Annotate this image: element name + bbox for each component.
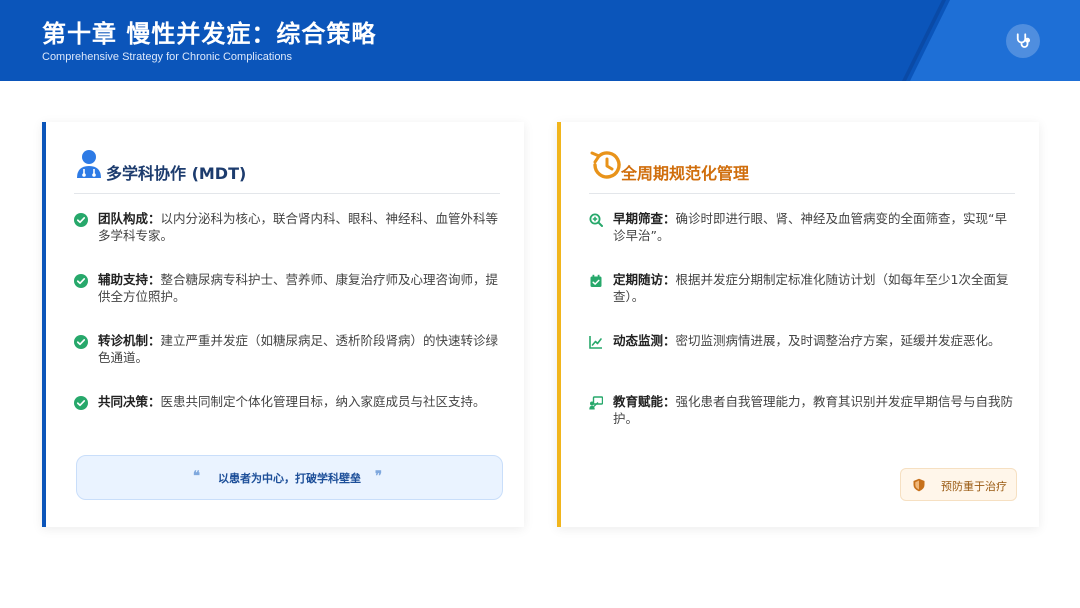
quote-text: 以患者为中心，打破学科壁垒: [218, 472, 361, 485]
list-item-text: 辅助支持：整合糖尿病专科护士、营养师、康复治疗师及心理咨询师，提供全方位照护。: [98, 271, 502, 305]
list-item: 动态监测：密切监测病情进展，及时调整治疗方案，延缓并发症恶化。: [589, 332, 1017, 393]
check-circle-icon: [74, 213, 88, 227]
list-item: 定期随访：根据并发症分期制定标准化随访计划（如每年至少1次全面复查）。: [589, 271, 1017, 332]
list-item-label: 团队构成：: [98, 211, 161, 226]
list-item-label: 早期筛查：: [613, 211, 676, 226]
quote-close-mark: ❞: [375, 469, 382, 484]
badge-text: 预防重于治疗: [941, 480, 1007, 493]
list-item-text: 团队构成：以内分泌科为核心，联合肾内科、眼科、神经科、血管外科等多学科专家。: [98, 210, 502, 244]
prevention-badge: 预防重于治疗: [900, 468, 1017, 501]
line-chart-icon: [589, 336, 602, 349]
list-item-label: 转诊机制：: [98, 333, 161, 348]
page-subtitle: Comprehensive Strategy for Chronic Compl…: [42, 51, 293, 63]
check-circle-icon: [74, 335, 88, 349]
list-item-text: 共同决策：医患共同制定个体化管理目标，纳入家庭成员与社区支持。: [98, 393, 502, 410]
stethoscope-icon: [1006, 24, 1040, 58]
list-item-body: 医患共同制定个体化管理目标，纳入家庭成员与社区支持。: [160, 394, 486, 409]
list-item-text: 教育赋能：强化患者自我管理能力，教育其识别并发症早期信号与自我防护。: [613, 393, 1017, 427]
calendar-check-icon: [590, 274, 602, 287]
doctor-team-icon: [77, 150, 101, 178]
list-item-text: 动态监测：密切监测病情进展，及时调整治疗方案，延缓并发症恶化。: [613, 332, 1017, 349]
check-circle-icon: [74, 274, 88, 288]
header-corner-panel: [910, 0, 1080, 81]
list-item: 转诊机制：建立严重并发症（如糖尿病足、透析阶段肾病）的快速转诊绿色通道。: [74, 332, 502, 393]
mdt-card-title: 多学科协作 (MDT): [106, 164, 247, 183]
list-item-text: 早期筛查：确诊时即进行眼、肾、神经及血管病变的全面筛查，实现“早诊早治”。: [613, 210, 1017, 244]
mdt-card: 多学科协作 (MDT) 团队构成：以内分泌科为核心，联合肾内科、眼科、神经科、血…: [42, 122, 524, 527]
list-item-label: 动态监测：: [613, 333, 676, 348]
patient-centered-quote: ❝ 以患者为中心，打破学科壁垒 ❞: [76, 455, 503, 500]
list-item-text: 定期随访：根据并发症分期制定标准化随访计划（如每年至少1次全面复查）。: [613, 271, 1017, 305]
list-item: 教育赋能：强化患者自我管理能力，教育其识别并发症早期信号与自我防护。: [589, 393, 1017, 454]
list-item: 团队构成：以内分泌科为核心，联合肾内科、眼科、神经科、血管外科等多学科专家。: [74, 210, 502, 271]
list-item-body: 密切监测病情进展，及时调整治疗方案，延缓并发症恶化。: [675, 333, 1001, 348]
mdt-card-header: 多学科协作 (MDT): [74, 148, 500, 194]
mdt-list: 团队构成：以内分泌科为核心，联合肾内科、眼科、神经科、血管外科等多学科专家。 辅…: [74, 210, 502, 454]
list-item: 辅助支持：整合糖尿病专科护士、营养师、康复治疗师及心理咨询师，提供全方位照护。: [74, 271, 502, 332]
list-item-text: 转诊机制：建立严重并发症（如糖尿病足、透析阶段肾病）的快速转诊绿色通道。: [98, 332, 502, 366]
teacher-board-icon: [589, 396, 603, 410]
list-item-label: 辅助支持：: [98, 272, 161, 287]
list-item-label: 教育赋能：: [613, 394, 676, 409]
list-item: 共同决策：医患共同制定个体化管理目标，纳入家庭成员与社区支持。: [74, 393, 502, 454]
list-item-label: 定期随访：: [613, 272, 676, 287]
lifecycle-card: 全周期规范化管理 早期筛查：确诊时即进行眼、肾、神经及血管病变的全面筛查，实现“…: [557, 122, 1039, 527]
search-plus-icon: [589, 213, 603, 227]
header-banner: 第十章 慢性并发症：综合策略 Comprehensive Strategy fo…: [0, 0, 1080, 81]
list-item-label: 共同决策：: [98, 394, 161, 409]
history-clock-icon: [590, 151, 621, 179]
lifecycle-card-header: 全周期规范化管理: [589, 148, 1015, 194]
page-title: 第十章 慢性并发症：综合策略: [42, 20, 377, 48]
shield-icon: [913, 478, 925, 492]
list-item: 早期筛查：确诊时即进行眼、肾、神经及血管病变的全面筛查，实现“早诊早治”。: [589, 210, 1017, 271]
lifecycle-card-title: 全周期规范化管理: [621, 164, 750, 183]
lifecycle-list: 早期筛查：确诊时即进行眼、肾、神经及血管病变的全面筛查，实现“早诊早治”。 定期…: [589, 210, 1017, 454]
check-circle-icon: [74, 396, 88, 410]
